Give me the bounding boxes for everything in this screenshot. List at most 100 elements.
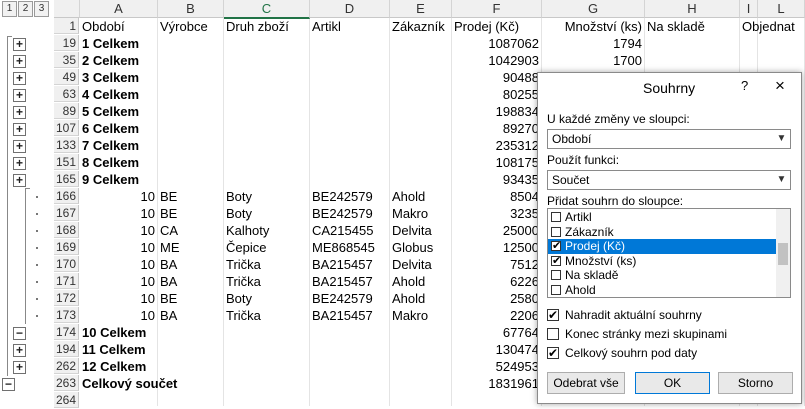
outline-level-2-button[interactable]: 2	[18, 1, 33, 17]
cell-f[interactable]: 3235	[454, 205, 539, 222]
list-item-checkbox[interactable]	[551, 226, 561, 237]
cell-c[interactable]: Kalhoty	[226, 222, 307, 239]
cell-a[interactable]: 10	[82, 205, 155, 222]
row-header[interactable]: 165	[54, 171, 79, 187]
row-header[interactable]: 49	[54, 69, 79, 85]
row-header[interactable]: 174	[54, 324, 79, 340]
cell-f[interactable]: 108175	[454, 154, 539, 171]
expand-icon[interactable]: +	[13, 38, 26, 51]
chevron-down-icon[interactable]: ▼	[772, 130, 790, 148]
cell-b[interactable]: ME	[160, 239, 221, 256]
cell-f[interactable]: 1087062	[454, 35, 539, 52]
cell-f[interactable]: 80255	[454, 86, 539, 103]
remove-all-button[interactable]: Odebrat vše	[547, 372, 625, 394]
list-item[interactable]: Artikl	[548, 210, 776, 225]
cell-a[interactable]: 3 Celkem	[82, 69, 155, 86]
row-header[interactable]: 63	[54, 86, 79, 102]
outline-level-1-button[interactable]: 1	[2, 1, 17, 17]
cell-f[interactable]: 198834	[454, 103, 539, 120]
expand-icon[interactable]: +	[13, 55, 26, 68]
cell-a[interactable]: 10	[82, 290, 155, 307]
summary-below-checkbox[interactable]: ✔	[547, 347, 559, 359]
cell-f[interactable]: 1042903	[454, 52, 539, 69]
cell-f[interactable]: 12500	[454, 239, 539, 256]
row-header[interactable]: 166	[54, 188, 79, 204]
cell-b[interactable]: BE	[160, 290, 221, 307]
ok-button[interactable]: OK	[635, 372, 710, 394]
expand-icon[interactable]: +	[13, 157, 26, 170]
cell-f[interactable]: 6226	[454, 273, 539, 290]
list-item[interactable]: ✔ Množství (ks)	[548, 254, 776, 269]
cell-f[interactable]: 1831961	[454, 375, 539, 392]
header-cell-h[interactable]: Na skladě	[647, 18, 737, 35]
cell-f[interactable]: 130474	[454, 341, 539, 358]
cell-c[interactable]: Trička	[226, 307, 307, 324]
cell-c[interactable]: Boty	[226, 290, 307, 307]
header-cell-f[interactable]: Prodej (Kč)	[454, 18, 539, 35]
cancel-button[interactable]: Storno	[718, 372, 793, 394]
row-header[interactable]: 35	[54, 52, 79, 68]
cell-d[interactable]: ME868545	[312, 239, 387, 256]
cell-f[interactable]: 93435	[454, 171, 539, 188]
expand-icon[interactable]: +	[13, 123, 26, 136]
cell-e[interactable]: Globus	[392, 239, 449, 256]
cell-d[interactable]: BE242579	[312, 188, 387, 205]
cell-d[interactable]: BE242579	[312, 290, 387, 307]
cell-b[interactable]: BA	[160, 273, 221, 290]
cell-d[interactable]: BA215457	[312, 273, 387, 290]
cell-d[interactable]: CA215455	[312, 222, 387, 239]
cell-a[interactable]: 8 Celkem	[82, 154, 155, 171]
cell-a[interactable]: 11 Celkem	[82, 341, 155, 358]
cell-c[interactable]: Trička	[226, 273, 307, 290]
cell-e[interactable]: Delvita	[392, 256, 449, 273]
list-item-checkbox[interactable]	[551, 284, 561, 295]
column-header-i[interactable]: I	[740, 0, 758, 18]
column-header-g[interactable]: G	[542, 0, 645, 18]
cell-e[interactable]: Ahold	[392, 290, 449, 307]
column-header-f[interactable]: F	[452, 0, 542, 18]
cell-g[interactable]: 1700	[544, 52, 642, 69]
collapse-icon[interactable]: −	[13, 327, 26, 340]
header-cell-a[interactable]: Období	[82, 18, 155, 35]
cell-b[interactable]: BA	[160, 307, 221, 324]
cell-a[interactable]: 10	[82, 273, 155, 290]
cell-b[interactable]: BE	[160, 188, 221, 205]
cell-c[interactable]: Boty	[226, 205, 307, 222]
cell-b[interactable]: BA	[160, 256, 221, 273]
header-cell-b[interactable]: Výrobce	[160, 18, 221, 35]
list-item[interactable]: Na skladě	[548, 268, 776, 283]
column-header-a[interactable]: A	[80, 0, 158, 18]
cell-a[interactable]: 10	[82, 188, 155, 205]
scrollbar-thumb[interactable]	[778, 243, 788, 265]
chevron-down-icon[interactable]: ▼	[772, 171, 790, 189]
page-break-checkbox[interactable]	[547, 328, 559, 340]
list-scrollbar[interactable]	[776, 209, 790, 297]
cell-f[interactable]: 235312	[454, 137, 539, 154]
expand-icon[interactable]: +	[13, 106, 26, 119]
cell-a[interactable]: 10 Celkem	[82, 324, 155, 341]
subtotal-columns-list[interactable]: Artikl Zákazník ✔ Prodej (Kč) ✔ Množství (ks)…	[547, 208, 791, 298]
cell-a[interactable]: 10	[82, 256, 155, 273]
cell-e[interactable]: Ahold	[392, 273, 449, 290]
row-header[interactable]: 151	[54, 154, 79, 170]
cell-c[interactable]: Čepice	[226, 239, 307, 256]
list-item-checkbox[interactable]	[551, 212, 561, 222]
expand-icon[interactable]: +	[13, 361, 26, 374]
cell-f[interactable]: 25000	[454, 222, 539, 239]
list-item-checkbox[interactable]: ✔	[551, 255, 561, 266]
cell-f[interactable]: 2580	[454, 290, 539, 307]
list-item[interactable]: Zákazník	[548, 225, 776, 240]
cell-a[interactable]: 9 Celkem	[82, 171, 155, 188]
cell-d[interactable]: BE242579	[312, 205, 387, 222]
row-header[interactable]: 168	[54, 222, 79, 238]
row-header[interactable]: 167	[54, 205, 79, 221]
cell-c[interactable]: Boty	[226, 188, 307, 205]
cell-d[interactable]: BA215457	[312, 307, 387, 324]
cell-a[interactable]: 2 Celkem	[82, 52, 155, 69]
row-header[interactable]: 169	[54, 239, 79, 255]
row-header[interactable]: 194	[54, 341, 79, 357]
cell-a[interactable]: 1 Celkem	[82, 35, 155, 52]
header-cell-i[interactable]: Objednat	[742, 18, 795, 35]
cell-a[interactable]: Celkový součet	[82, 375, 177, 392]
expand-icon[interactable]: +	[13, 89, 26, 102]
